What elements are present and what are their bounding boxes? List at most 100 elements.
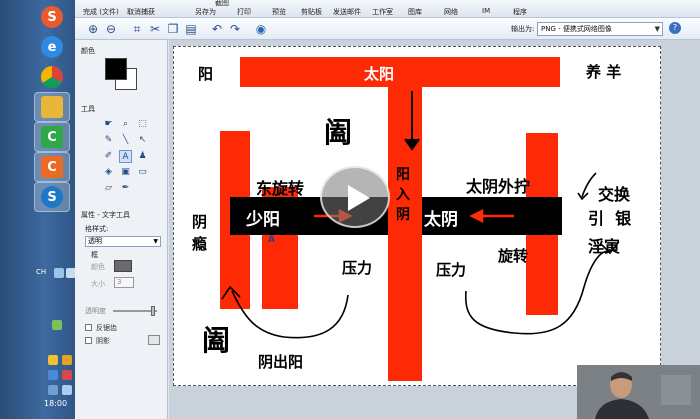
copy-icon[interactable]: ❐ bbox=[165, 21, 181, 37]
zoom-in-icon[interactable]: ⊕ bbox=[85, 21, 101, 37]
ribbon-preview[interactable]: 预览 bbox=[272, 7, 286, 17]
eraser-tool-icon[interactable]: ▱ bbox=[102, 182, 115, 195]
ribbon-library[interactable]: 图库 bbox=[408, 7, 422, 17]
down-arrow bbox=[404, 91, 420, 151]
undo-icon[interactable]: ↶ bbox=[209, 21, 225, 37]
crop-icon[interactable]: ⌗ bbox=[129, 21, 145, 37]
ribbon-im[interactable]: IM bbox=[482, 7, 490, 15]
label-taiyang: 太阳 bbox=[364, 65, 395, 83]
camtasia-recorder-icon: C bbox=[41, 156, 63, 178]
paste-icon[interactable]: ▤ bbox=[183, 21, 199, 37]
label-yali-right: 压力 bbox=[436, 261, 467, 279]
dropper-tool-icon[interactable]: ✒ bbox=[119, 182, 132, 195]
output-format-select[interactable]: PNG - 便携式网络图像 ▼ bbox=[537, 22, 663, 36]
video-play-button[interactable] bbox=[320, 166, 390, 228]
alert-icon[interactable] bbox=[62, 370, 72, 380]
taskbar-app-1[interactable]: S bbox=[34, 2, 70, 32]
cut-icon[interactable]: ✂ bbox=[147, 21, 163, 37]
taskbar-clock[interactable]: 18:00 bbox=[44, 399, 67, 408]
ribbon-program[interactable]: 程序 bbox=[513, 7, 527, 17]
right-curved-arrow bbox=[464, 250, 611, 335]
left-arrow bbox=[469, 208, 514, 224]
language-indicator[interactable]: CH bbox=[36, 268, 46, 276]
taskbar-snagit[interactable]: S bbox=[34, 182, 70, 212]
callout-tool-icon[interactable]: ▭ bbox=[136, 166, 149, 179]
tools-section-title: 工具 bbox=[81, 105, 95, 113]
pen-tool-icon[interactable]: ✎ bbox=[102, 134, 115, 147]
taskbar-browser-blue[interactable]: e bbox=[34, 32, 70, 62]
properties-section-title: 属性 - 文字工具 bbox=[81, 211, 130, 219]
font-style-label: 格样式: bbox=[85, 225, 109, 233]
drawing-canvas[interactable]: 阳 太阳 养 羊 阖 东旋转 阳 入 阴 太阴外拧 交换 引 银 阴 瘾 少阳 … bbox=[173, 46, 661, 386]
label-yang-yang: 养 羊 bbox=[586, 63, 622, 81]
label-taiyin: 太阴 bbox=[424, 210, 458, 230]
edit-toolbar: ⊕ ⊖ ⌗ ✂ ❐ ▤ ↶ ↷ ◉ 输出为: PNG - 便携式网络图像 ▼ ? bbox=[75, 18, 700, 40]
font-style-select[interactable]: 透明 ▼ bbox=[85, 236, 161, 247]
shadow-options-button[interactable] bbox=[148, 335, 160, 345]
shape-tool-icon[interactable]: ▣ bbox=[119, 166, 132, 179]
taskbar-explorer[interactable] bbox=[34, 92, 70, 122]
output-format-value: PNG - 便携式网络图像 bbox=[541, 25, 612, 33]
left-curved-arrow bbox=[231, 290, 349, 339]
line-tool-icon[interactable]: ╲ bbox=[119, 134, 132, 147]
top-right-curved-arrow bbox=[581, 172, 597, 198]
ribbon-studio[interactable]: 工作室 bbox=[372, 7, 393, 17]
label-kui-top: 阖 bbox=[324, 116, 353, 149]
label-shaoyang: 少阳 bbox=[246, 210, 280, 230]
display-icon[interactable] bbox=[62, 385, 72, 395]
text-cursor: A bbox=[268, 235, 275, 245]
network-icon[interactable] bbox=[48, 355, 58, 365]
volume-icon[interactable] bbox=[48, 370, 58, 380]
border-color-swatch[interactable] bbox=[114, 260, 132, 272]
magnifier-tool-icon[interactable]: ⌕ bbox=[119, 118, 132, 131]
shadow-checkbox[interactable] bbox=[85, 337, 92, 344]
label-yang: 阳 bbox=[198, 65, 214, 83]
stamp-tool-icon[interactable]: ♟ bbox=[136, 150, 149, 163]
label-yin-yin2: 淫寅 bbox=[588, 237, 621, 256]
battery-icon[interactable] bbox=[52, 320, 62, 330]
ribbon-cancel[interactable]: 取消捕获 bbox=[127, 7, 155, 17]
shadow-label: 阴影 bbox=[96, 337, 110, 345]
ribbon-bar: 截图 完成 (文件) 取消捕获 另存为 打印 预览 剪贴板 发送邮件 工作室 图… bbox=[75, 0, 700, 18]
text-tool-icon[interactable]: A bbox=[119, 150, 132, 163]
ribbon-email[interactable]: 发送邮件 bbox=[333, 7, 361, 17]
ribbon-top-label: 截图 bbox=[215, 0, 229, 7]
output-label: 输出为: bbox=[511, 25, 535, 33]
info-icon[interactable]: ? bbox=[669, 22, 681, 34]
label-xuan-zhuan: 旋转 bbox=[498, 247, 529, 265]
arrow-tool-icon[interactable]: ↖ bbox=[136, 134, 149, 147]
pointer-tool-icon[interactable]: ☛ bbox=[102, 118, 115, 131]
foreground-color-swatch[interactable] bbox=[105, 58, 127, 80]
ribbon-print[interactable]: 打印 bbox=[237, 7, 251, 17]
highlighter-tool-icon[interactable]: ✐ bbox=[102, 150, 115, 163]
border-size-input[interactable]: 3 bbox=[114, 277, 134, 288]
ribbon-network[interactable]: 网络 bbox=[444, 7, 458, 17]
label-yin-pi: 阴 瘾 bbox=[192, 213, 208, 253]
label-taiyin-wai-bo: 太阴外拧 bbox=[466, 177, 531, 196]
flag-icon[interactable] bbox=[48, 385, 58, 395]
opacity-label: 透明度 bbox=[85, 307, 106, 315]
border-color-label: 颜色 bbox=[91, 263, 105, 271]
taskbar-camtasia-green[interactable]: C bbox=[34, 122, 70, 152]
ribbon-finish[interactable]: 完成 (文件) bbox=[83, 7, 119, 17]
opacity-slider-thumb[interactable] bbox=[151, 306, 155, 316]
taskbar-app-icon: S bbox=[41, 6, 63, 28]
antialias-checkbox[interactable] bbox=[85, 324, 92, 331]
shield-icon[interactable] bbox=[62, 355, 72, 365]
keyboard-icon[interactable] bbox=[54, 268, 64, 278]
snagit-editor-window: 截图 完成 (文件) 取消捕获 另存为 打印 预览 剪贴板 发送邮件 工作室 图… bbox=[75, 0, 700, 419]
select-tool-icon[interactable]: ⬚ bbox=[136, 118, 149, 131]
label-yali-left: 压力 bbox=[342, 259, 373, 277]
redo-icon[interactable]: ↷ bbox=[227, 21, 243, 37]
zoom-out-icon[interactable]: ⊖ bbox=[103, 21, 119, 37]
desktop: S e C C S CH 18:00 截图 完成 (文件) 取消捕获 另存为 打… bbox=[0, 0, 700, 419]
webcam-overlay bbox=[577, 365, 700, 419]
help-icon[interactable]: ◉ bbox=[253, 21, 269, 37]
ribbon-save-as[interactable]: 另存为 bbox=[195, 7, 216, 17]
ribbon-clipboard[interactable]: 剪贴板 bbox=[301, 7, 322, 17]
presenter-figure bbox=[577, 365, 700, 419]
taskbar-chrome[interactable] bbox=[34, 62, 70, 92]
browser-icon: e bbox=[41, 36, 63, 58]
taskbar-camtasia-orange[interactable]: C bbox=[34, 152, 70, 182]
fill-tool-icon[interactable]: ◈ bbox=[102, 166, 115, 179]
